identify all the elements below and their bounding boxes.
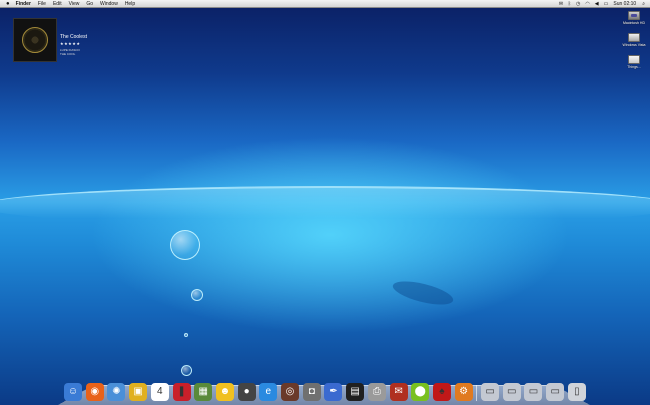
menu-view[interactable]: View [69, 1, 80, 7]
spotlight-search-icon[interactable]: ⌕ [642, 1, 645, 7]
dock-glyph: ⬤ [414, 386, 426, 397]
dock-documents-folder-icon[interactable]: ▭ [502, 383, 521, 401]
wallpaper-bubble [181, 365, 192, 376]
dock-glyph: ✉ [394, 386, 403, 397]
dock-preferences-icon[interactable]: ⚙ [454, 383, 473, 401]
now-playing-widget[interactable]: The Coolest ★★★★★ LUPE FIASCO THE COOL [13, 18, 103, 62]
desktop-icon-label: Things... [627, 65, 641, 69]
menu-file[interactable]: File [38, 1, 46, 7]
desktop-icon-label: Windows Vista [622, 43, 646, 47]
wallpaper-wave [0, 186, 650, 226]
dock-glyph: ● [243, 386, 250, 397]
apple-menu-icon[interactable]: ● [6, 1, 10, 7]
dock-music-folder-icon[interactable]: ▭ [546, 383, 565, 401]
dock-glyph: ✒ [329, 386, 338, 397]
dock-glyph: ▯ [574, 386, 580, 397]
track-rating[interactable]: ★★★★★ [60, 41, 80, 46]
dock-glyph: ▤ [350, 386, 360, 397]
dock-glyph: ⎙ [372, 386, 381, 397]
dock-ie-icon[interactable]: e [259, 383, 278, 401]
dock-thermometer-icon[interactable]: ❚ [172, 383, 191, 401]
dock-downloads-folder-icon[interactable]: ▭ [524, 383, 543, 401]
dock-safari-icon[interactable]: ✺ [107, 383, 126, 401]
wifi-icon[interactable]: ◠ [585, 1, 589, 7]
dock-glyph: ◘ [308, 386, 315, 397]
battery-icon[interactable]: ▭ [604, 1, 609, 7]
dock-feather-pen-icon[interactable]: ✒ [324, 383, 343, 401]
dock-glyph: ♠ [439, 386, 445, 397]
dock-printer-icon[interactable]: ⎙ [367, 383, 386, 401]
dock-glyph: ▦ [198, 386, 208, 397]
dock-applications-folder-icon[interactable]: ▭ [481, 383, 500, 401]
track-artist: LUPE FIASCO THE COOL [60, 48, 80, 56]
dock-glyph: ☻ [219, 386, 231, 397]
dock-glyph: 4 [157, 386, 163, 397]
hard-drive-icon [628, 11, 640, 20]
dock-activity-icon[interactable]: ▤ [346, 383, 365, 401]
dock-mail-stamp-icon[interactable]: ✉ [389, 383, 408, 401]
time-machine-icon[interactable]: ◷ [576, 1, 580, 7]
dock-finder-icon[interactable]: ☺ [64, 383, 82, 401]
menu-edit[interactable]: Edit [53, 1, 62, 7]
mail-status-icon[interactable]: ✉ [559, 1, 563, 7]
menu-finder[interactable]: Finder [16, 1, 31, 7]
wallpaper-bubble [191, 289, 203, 301]
things-app-icon [628, 55, 640, 64]
menu-extras: ✉ ᛒ ◷ ◠ ◀ ▭ Sun 02:10 ⌕ [559, 1, 650, 7]
dock-frontrow-icon[interactable]: ● [237, 383, 256, 401]
desktop-icon-label: Macintosh HD [623, 21, 645, 25]
track-title: The Coolest [60, 34, 87, 40]
bluetooth-icon[interactable]: ᛒ [568, 1, 571, 7]
dock-glyph: e [265, 386, 272, 397]
desktop-icon-windows-vista[interactable]: Windows Vista [614, 33, 650, 47]
dock-glyph: ⚙ [459, 386, 469, 397]
dock-glyph: ▭ [507, 386, 517, 397]
dock-separator [476, 385, 478, 401]
volume-icon[interactable]: ◀ [595, 1, 599, 7]
dock-red-lamp-icon[interactable]: ♠ [432, 383, 451, 401]
menu-bar: ● Finder File Edit View Go Window Help ✉… [0, 0, 650, 8]
menu-clock[interactable]: Sun 02:10 [613, 1, 636, 7]
dock-glyph: ▣ [133, 386, 143, 397]
dock-stickies-icon[interactable]: ▣ [129, 383, 148, 401]
album-art [13, 18, 57, 62]
wallpaper-bubble [184, 333, 188, 337]
dock-glyph: ☺ [67, 386, 79, 397]
dock-photo-booth-icon[interactable]: ◎ [281, 383, 300, 401]
dock-firefox-icon[interactable]: ◉ [85, 383, 104, 401]
menu-help[interactable]: Help [125, 1, 135, 7]
dock: ☺ ◉ ✺ ▣ 4 ❚ ▦ ☻ ● e ◎ ◘ ✒ ▤ ⎙ ✉ ⬤ ♠ ⚙ ▭ ▭ ▭ ▭ ▯ [62, 377, 588, 401]
desktop-icon-macintosh-hd[interactable]: Macintosh HD [614, 11, 650, 25]
dock-iphoto-icon[interactable]: ▦ [194, 383, 213, 401]
album-disc-icon [22, 27, 48, 53]
dock-camera-icon[interactable]: ◘ [302, 383, 321, 401]
wallpaper-bubble [170, 230, 200, 260]
album-name: THE COOL [60, 52, 76, 56]
dock-glyph: ▭ [528, 386, 539, 397]
desktop-icon-things[interactable]: Things... [614, 55, 650, 69]
dock-glyph: ◉ [90, 386, 100, 397]
dock-glyph: ▭ [485, 386, 495, 397]
external-drive-icon [628, 33, 640, 42]
dock-glyph: ◎ [285, 386, 295, 397]
menu-go[interactable]: Go [86, 1, 93, 7]
dock-ical-icon[interactable]: 4 [150, 383, 169, 401]
dock-adium-icon[interactable]: ☻ [215, 383, 234, 401]
menu-window[interactable]: Window [100, 1, 118, 7]
dock-glyph: ✺ [112, 386, 121, 397]
dock-glyph: ❚ [177, 386, 186, 397]
dock-trash-icon[interactable]: ▯ [567, 383, 586, 401]
dock-lime-app-icon[interactable]: ⬤ [411, 383, 430, 401]
dock-glyph: ▭ [550, 386, 560, 397]
